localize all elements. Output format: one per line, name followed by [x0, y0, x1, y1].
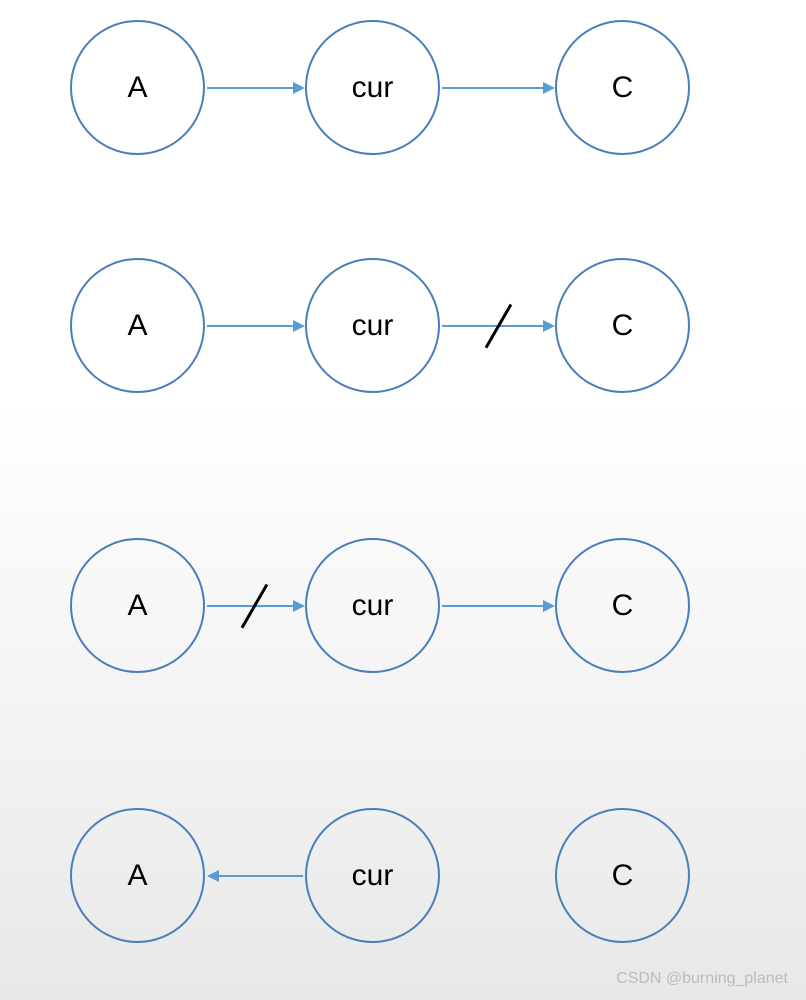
arrow-a-to-cur: [207, 325, 303, 327]
node-a: A: [70, 538, 205, 673]
node-cur: cur: [305, 808, 440, 943]
diagram-row-4: A cur C: [0, 808, 806, 948]
node-a: A: [70, 258, 205, 393]
diagram-row-1: A cur C: [0, 20, 806, 160]
node-label: C: [612, 589, 634, 623]
node-c: C: [555, 808, 690, 943]
node-label: cur: [352, 309, 394, 343]
node-c: C: [555, 20, 690, 155]
node-label: cur: [352, 71, 394, 105]
diagram-row-3: A cur C: [0, 538, 806, 678]
arrow-cur-to-c: [442, 605, 553, 607]
node-label: A: [127, 71, 147, 105]
node-label: A: [127, 589, 147, 623]
node-cur: cur: [305, 538, 440, 673]
node-label: cur: [352, 859, 394, 893]
node-cur: cur: [305, 20, 440, 155]
arrow-cur-to-c: [442, 87, 553, 89]
node-a: A: [70, 20, 205, 155]
diagram-container: A cur C A cur C A cur: [0, 0, 806, 1000]
arrow-a-to-cur: [207, 87, 303, 89]
arrow-cur-to-a: [209, 875, 303, 877]
node-c: C: [555, 258, 690, 393]
diagram-row-2: A cur C: [0, 258, 806, 398]
watermark: CSDN @burning_planet: [616, 970, 788, 988]
node-c: C: [555, 538, 690, 673]
node-label: A: [127, 859, 147, 893]
node-label: cur: [352, 589, 394, 623]
node-label: C: [612, 859, 634, 893]
node-label: C: [612, 309, 634, 343]
node-label: C: [612, 71, 634, 105]
node-a: A: [70, 808, 205, 943]
node-label: A: [127, 309, 147, 343]
node-cur: cur: [305, 258, 440, 393]
